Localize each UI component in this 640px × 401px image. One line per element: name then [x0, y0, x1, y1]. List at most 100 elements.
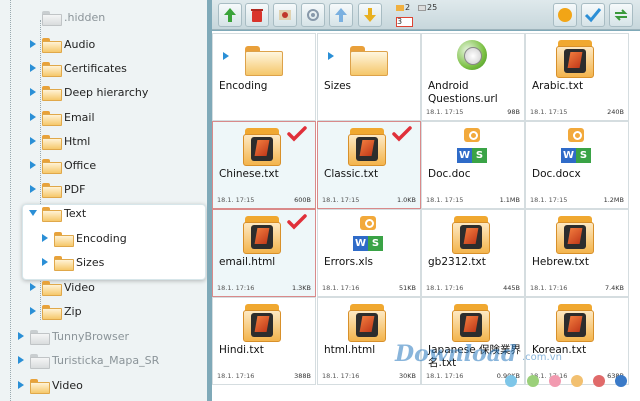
expand-arrow-icon[interactable]: [38, 234, 52, 242]
tree-item-hidden[interactable]: .hidden: [40, 6, 105, 28]
expand-arrow-icon[interactable]: [26, 40, 40, 48]
tree-item-label: Email: [64, 110, 95, 124]
file-size: 1.1MB: [499, 196, 520, 204]
file-size: 51KB: [399, 284, 416, 292]
file-date: 18.1. 17:15: [426, 108, 464, 116]
folder-icon: [42, 206, 62, 222]
expand-arrow-icon[interactable]: [26, 113, 40, 121]
watermark-dot: [527, 375, 539, 387]
folder-count-value: 2: [405, 3, 411, 12]
folder-item[interactable]: Sizes: [317, 33, 421, 121]
download-button[interactable]: [358, 3, 382, 27]
tree-item-html[interactable]: Html: [26, 130, 90, 152]
tree-item-encoding[interactable]: Encoding: [38, 227, 127, 249]
file-item[interactable]: Classic.txt 18.1. 17:15 1.0KB: [317, 121, 421, 209]
web-link-icon: [452, 40, 490, 78]
text-file-icon: [452, 216, 490, 254]
watermark-domain: .com.vn: [522, 352, 562, 363]
expand-arrow-icon[interactable]: [14, 332, 28, 340]
file-item[interactable]: W S Doc.doc 18.1. 17:15 1.1MB: [421, 121, 525, 209]
expand-arrow-icon[interactable]: [38, 258, 52, 266]
tree-item-label: Video: [64, 280, 95, 294]
folder-item[interactable]: Encoding: [212, 33, 316, 121]
folder-icon: [42, 10, 62, 26]
file-date: 18.1. 17:15: [322, 196, 360, 204]
settings-button[interactable]: [301, 3, 325, 27]
refresh-button[interactable]: [609, 3, 633, 27]
expand-arrow-icon[interactable]: [26, 185, 40, 193]
select-button[interactable]: [581, 3, 605, 27]
delete-button[interactable]: [245, 3, 269, 27]
expand-arrow-icon[interactable]: [26, 64, 40, 72]
file-item[interactable]: W S Errors.xls 18.1. 17:16 51KB: [317, 209, 421, 297]
watermark-dot: [505, 375, 517, 387]
file-size: 98B: [507, 108, 520, 116]
file-date: 18.1. 17:16: [426, 284, 464, 292]
file-date: 18.1. 17:16: [322, 372, 360, 380]
upload-button[interactable]: [329, 3, 353, 27]
folder-icon: [42, 61, 62, 77]
upload-icon: [335, 8, 347, 22]
file-date: 18.1. 17:16: [217, 372, 255, 380]
text-file-icon: [348, 128, 386, 166]
sun-button[interactable]: [553, 3, 577, 27]
file-item[interactable]: Hindi.txt 18.1. 17:16 388B: [212, 297, 316, 385]
tree-item-zip[interactable]: Zip: [26, 300, 82, 322]
file-name: email.html: [219, 256, 276, 268]
tree-item-label: Turisticka_Mapa_SR: [52, 353, 160, 367]
tree-item-video-root[interactable]: Video: [14, 374, 83, 396]
tree-item-email[interactable]: Email: [26, 106, 95, 128]
folder-icon: [42, 110, 62, 126]
tree-item-tunnybrowser[interactable]: TunnyBrowser: [14, 325, 129, 347]
tree-item-deep-hierarchy[interactable]: Deep hierarchy: [26, 81, 148, 103]
file-item[interactable]: email.html 18.1. 17:16 1.3KB: [212, 209, 316, 297]
tree-item-office[interactable]: Office: [26, 154, 96, 176]
file-item[interactable]: Korean.txt18.1. 17:16638B: [525, 297, 629, 385]
expand-arrow-icon[interactable]: [26, 137, 40, 145]
file-size: 445B: [503, 284, 520, 292]
expand-arrow-icon[interactable]: [14, 356, 28, 364]
expand-arrow-icon[interactable]: [26, 307, 40, 315]
tree-item-turisticka-mapa[interactable]: Turisticka_Mapa_SR: [14, 349, 159, 371]
file-item[interactable]: Android Questions.url 18.1. 17:15 98B: [421, 33, 525, 121]
folder-icon: [42, 182, 62, 198]
file-item[interactable]: Chinese.txt 18.1. 17:15 600B: [212, 121, 316, 209]
tree-item-pdf[interactable]: PDF: [26, 178, 85, 200]
selected-count-value: 3: [397, 17, 403, 26]
file-size: 240B: [607, 108, 624, 116]
file-name: Doc.docx: [532, 168, 581, 180]
tree-item-certificates[interactable]: Certificates: [26, 57, 127, 79]
file-date: 18.1. 17:15: [530, 196, 568, 204]
tree-item-sizes[interactable]: Sizes: [38, 251, 104, 273]
settings-icon: [307, 9, 319, 21]
file-item[interactable]: Arabic.txt 18.1. 17:15 240B: [525, 33, 629, 121]
expand-arrow-icon[interactable]: [26, 88, 40, 96]
tree-item-label: Zip: [64, 304, 82, 318]
tree-item-audio[interactable]: Audio: [26, 33, 95, 55]
expand-arrow-icon[interactable]: [26, 283, 40, 291]
expand-arrow-icon[interactable]: [26, 161, 40, 169]
office-document-icon: WS: [556, 128, 594, 166]
cut-button[interactable]: [273, 3, 297, 27]
file-item[interactable]: gb2312.txt 18.1. 17:16 445B: [421, 209, 525, 297]
tree-item-text[interactable]: Text: [26, 202, 86, 224]
open-folder-arrow-icon[interactable]: [223, 52, 229, 60]
file-item[interactable]: W S Doc.docx 18.1. 17:15 1.2MB: [525, 121, 629, 209]
tree-item-video[interactable]: Video: [26, 276, 95, 298]
file-date: 18.1. 17:16: [426, 372, 464, 380]
collapse-arrow-icon[interactable]: [26, 210, 40, 216]
up-button[interactable]: [218, 3, 242, 27]
expand-arrow-icon[interactable]: [14, 381, 28, 389]
file-size: 1.2MB: [603, 196, 624, 204]
folder-icon: [348, 40, 388, 78]
file-item[interactable]: Hebrew.txt 18.1. 17:16 7.4KB: [525, 209, 629, 297]
cut-icon: [279, 10, 291, 20]
file-name: gb2312.txt: [428, 256, 486, 268]
sun-icon: [558, 8, 572, 22]
toolbar: 2 25 3: [212, 0, 640, 30]
file-size: 388B: [294, 372, 311, 380]
file-name: Hindi.txt: [219, 344, 264, 356]
open-folder-arrow-icon[interactable]: [328, 52, 334, 60]
file-name: Errors.xls: [324, 256, 374, 268]
selected-count-badge: 3: [396, 17, 413, 27]
